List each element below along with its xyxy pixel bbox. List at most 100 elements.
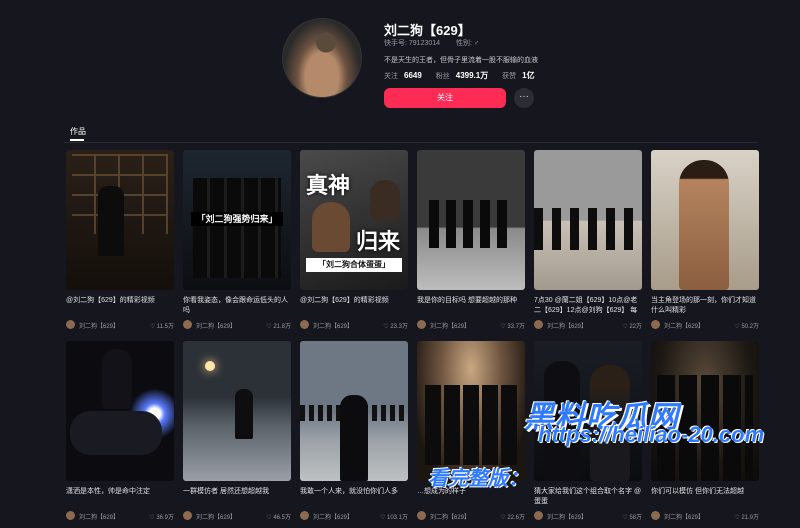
video-footer: 刘二狗【629】 ♡ 103.1万 — [300, 511, 408, 521]
video-footer: 刘二狗【629】 ♡ 46.5万 — [183, 511, 291, 521]
video-caption: 你们可以模仿 但你们无法超越 — [651, 488, 744, 495]
author-name: 刘二狗【629】 — [664, 515, 705, 521]
author-avatar — [651, 320, 660, 329]
like-count: ♡ 22.6万 — [500, 515, 525, 521]
author-avatar — [534, 511, 543, 520]
profile-name: 刘二狗【629】 — [384, 23, 471, 38]
author-name: 刘二狗【629】 — [430, 324, 471, 330]
video-thumbnail[interactable] — [651, 150, 759, 290]
author-name: 刘二狗【629】 — [79, 324, 120, 330]
author-avatar — [651, 511, 660, 520]
video-caption: 一群模仿者 居然还想超越我 — [183, 488, 269, 495]
video-card[interactable]: 「刘二狗强势归来」 你看我姿态，像会跟命运低头的人吗 刘二狗【629】 ♡ 21… — [183, 150, 291, 330]
video-thumbnail[interactable] — [66, 341, 174, 481]
author-name: 刘二狗【629】 — [313, 324, 354, 330]
video-thumbnail[interactable] — [66, 150, 174, 290]
author-avatar — [300, 511, 309, 520]
stat-following-label: 关注 — [384, 73, 398, 80]
author-name: 刘二狗【629】 — [196, 324, 237, 330]
like-count: ♡ 22万 — [622, 324, 642, 330]
video-thumbnail[interactable]: 真神 归来 「刘二狗合体蛋蛋」 — [300, 150, 408, 290]
video-footer: 刘二狗【629】 ♡ 22.6万 — [417, 511, 525, 521]
follow-button[interactable]: 关注 — [384, 88, 506, 108]
video-caption: 我敢一个人来，就没怕你们人多 — [300, 488, 398, 495]
video-card[interactable]: 真神 归来 「刘二狗合体蛋蛋」 @刘二狗【629】的精彩视频 刘二狗【629】 … — [300, 150, 408, 330]
video-thumbnail[interactable]: 「刘二狗强势归来」 — [183, 150, 291, 290]
like-count: ♡ 33.7万 — [500, 324, 525, 330]
video-card[interactable]: 我敢一个人来，就没怕你们人多 刘二狗【629】 ♡ 103.1万 — [300, 341, 408, 521]
like-count: ♡ 23.3万 — [383, 324, 408, 330]
profile-id: 快手号: 79123014 — [384, 40, 441, 47]
author-name: 刘二狗【629】 — [547, 324, 588, 330]
video-card[interactable]: 潇洒是本性，帅是命中注定 刘二狗【629】 ♡ 36.9万 — [66, 341, 174, 521]
stat-followers-value[interactable]: 4399.1万 — [456, 71, 488, 80]
stat-followers-label: 粉丝 — [435, 73, 450, 80]
author-avatar — [300, 320, 309, 329]
video-thumbnail[interactable] — [417, 150, 525, 290]
video-footer: 刘二狗【629】 ♡ 33.7万 — [417, 320, 525, 330]
profile-gender: 性别: ♂ — [456, 40, 480, 47]
author-name: 刘二狗【629】 — [664, 324, 705, 330]
tab-works[interactable]: 作品 — [70, 126, 86, 137]
stat-likes-value: 1亿 — [522, 71, 535, 80]
stat-likes-label: 获赞 — [502, 73, 517, 80]
video-footer: 刘二狗【629】 ♡ 36.9万 — [66, 511, 174, 521]
video-caption: @刘二狗【629】的精彩视频 — [300, 297, 389, 304]
video-footer: 刘二狗【629】 ♡ 11.5万 — [66, 320, 174, 330]
profile-stats: 关注 6649 粉丝 4399.1万 获赞 1亿 — [384, 70, 547, 81]
video-overlay-title: 归来 — [356, 229, 401, 254]
author-avatar — [183, 320, 192, 329]
like-count: ♡ 36.9万 — [149, 515, 174, 521]
video-overlay-tag: 「刘二狗合体蛋蛋」 — [306, 258, 402, 272]
divider — [64, 142, 758, 143]
watermark-url[interactable]: https://heiliao-20.com — [538, 422, 764, 448]
like-count: ♡ 50.2万 — [734, 324, 759, 330]
video-card[interactable]: 7点30 @蘭二姐【629】10点@老二【629】12点@刘狗【629】 每晚…… — [534, 150, 642, 330]
author-name: 刘二狗【629】 — [547, 515, 588, 521]
video-card[interactable]: 我是你的目标吗 想要超越的那种 刘二狗【629】 ♡ 33.7万 — [417, 150, 525, 330]
video-overlay-tag: 「刘二狗强势归来」 — [191, 212, 283, 226]
like-count: ♡ 103.1万 — [379, 515, 408, 521]
video-footer: 刘二狗【629】 ♡ 22万 — [534, 320, 642, 330]
video-caption: 猜大家给我们这个组合取个名字 @蛋蛋 — [534, 488, 642, 505]
author-avatar — [534, 320, 543, 329]
video-caption: 7点30 @蘭二姐【629】10点@老二【629】12点@刘狗【629】 每晚… — [534, 297, 638, 314]
stat-following-value[interactable]: 6649 — [404, 71, 422, 80]
like-count: ♡ 11.5万 — [149, 324, 174, 330]
video-caption: @刘二狗【629】的精彩视频 — [66, 297, 155, 304]
author-name: 刘二狗【629】 — [196, 515, 237, 521]
more-options-button[interactable]: ··· — [514, 88, 534, 108]
author-avatar — [183, 511, 192, 520]
like-count: ♡ 46.5万 — [266, 515, 291, 521]
video-thumbnail[interactable] — [534, 150, 642, 290]
video-footer: 刘二狗【629】 ♡ 23.3万 — [300, 320, 408, 330]
video-thumbnail[interactable] — [417, 341, 525, 481]
video-card[interactable]: 当主角登场的那一刻，你们才知道什么叫精彩 刘二狗【629】 ♡ 50.2万 — [651, 150, 759, 330]
profile-header: 刘二狗【629】 快手号: 79123014 性别: ♂ 不是天生的王者，但骨子… — [282, 18, 782, 118]
like-count: ♡ 58万 — [622, 515, 642, 521]
avatar[interactable] — [282, 18, 362, 98]
author-avatar — [66, 320, 75, 329]
author-name: 刘二狗【629】 — [79, 515, 120, 521]
author-name: 刘二狗【629】 — [430, 515, 471, 521]
profile-meta: 快手号: 79123014 性别: ♂ — [384, 38, 493, 48]
video-overlay-title: 真神 — [306, 173, 351, 198]
watermark-cta: 看完整版： — [428, 468, 528, 490]
tab-active-indicator — [70, 139, 84, 141]
video-card[interactable]: @刘二狗【629】的精彩视频 刘二狗【629】 ♡ 11.5万 — [66, 150, 174, 330]
video-footer: 刘二狗【629】 ♡ 21.9万 — [651, 511, 759, 521]
profile-bio: 不是天生的王者，但骨子里流着一股不服输的血液 — [384, 57, 538, 64]
video-footer: 刘二狗【629】 ♡ 21.8万 — [183, 320, 291, 330]
video-thumbnail[interactable] — [183, 341, 291, 481]
video-caption: 当主角登场的那一刻，你们才知道什么叫精彩 — [651, 297, 756, 314]
video-footer: 刘二狗【629】 ♡ 58万 — [534, 511, 642, 521]
video-thumbnail[interactable] — [300, 341, 408, 481]
like-count: ♡ 21.8万 — [266, 324, 291, 330]
video-caption: 我是你的目标吗 想要超越的那种 — [417, 297, 517, 304]
video-card[interactable]: 一群模仿者 居然还想超越我 刘二狗【629】 ♡ 46.5万 — [183, 341, 291, 521]
video-caption: 你看我姿态，像会跟命运低头的人吗 — [183, 297, 288, 314]
like-count: ♡ 21.9万 — [734, 515, 759, 521]
video-footer: 刘二狗【629】 ♡ 50.2万 — [651, 320, 759, 330]
author-avatar — [417, 511, 426, 520]
video-caption: 潇洒是本性，帅是命中注定 — [66, 488, 150, 495]
